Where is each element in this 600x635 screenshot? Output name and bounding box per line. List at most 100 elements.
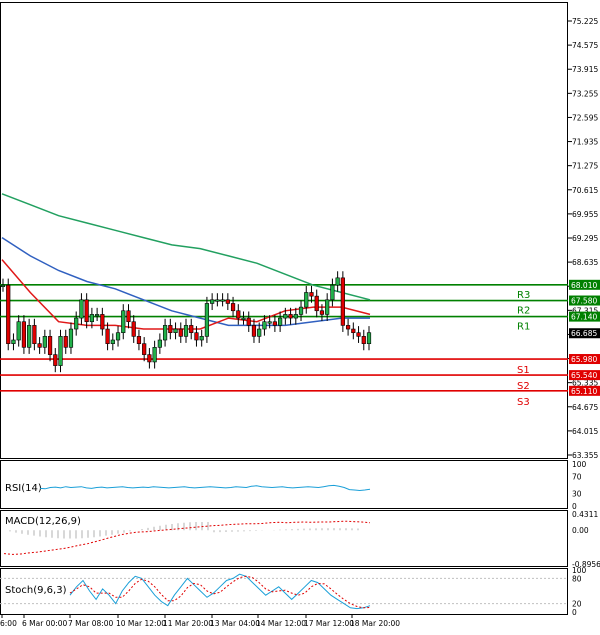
level-price-label-r2: 67.580 <box>571 297 597 306</box>
candle-body <box>6 284 11 344</box>
candle-body <box>37 343 42 348</box>
candle-body <box>100 314 105 330</box>
macd-tick-label: 0.4311 <box>572 510 598 519</box>
candle-body <box>293 314 298 319</box>
price-tick-label: 71.935 <box>572 138 598 147</box>
candle-body <box>272 321 277 326</box>
candle-body <box>95 314 100 317</box>
stoch-tick-label: 80 <box>572 574 582 583</box>
candle-body <box>335 277 340 286</box>
time-tick-label: 10 Mar 12:00 <box>116 619 166 628</box>
price-tick-label: 70.615 <box>572 186 598 195</box>
candle-body <box>241 317 246 320</box>
current-price-label: 66.685 <box>571 329 597 338</box>
candle-body <box>16 321 21 341</box>
price-tick-label: 73.915 <box>572 65 598 74</box>
price-tick-label: 74.575 <box>572 41 598 50</box>
candle-body <box>230 303 236 312</box>
candle-body <box>194 332 199 341</box>
candle-body <box>199 336 204 341</box>
candle-body <box>131 321 136 337</box>
candle-body <box>251 325 257 337</box>
candle-body <box>126 310 131 323</box>
level-name-r2: R2 <box>517 306 530 317</box>
candle-body <box>162 325 168 341</box>
candle-body <box>236 310 241 319</box>
candle-body <box>278 317 283 326</box>
candle-body <box>115 332 121 341</box>
candle-body <box>267 321 272 324</box>
candle-body <box>47 336 53 355</box>
candle-body <box>225 299 230 304</box>
price-tick-label: 69.955 <box>572 210 598 219</box>
time-tick-label: 6 Mar 00:00 <box>22 619 68 628</box>
price-tick-label: 68.635 <box>572 258 598 267</box>
candle-body <box>121 310 126 333</box>
candle-body <box>366 332 372 344</box>
level-price-label-s1: 65.980 <box>571 355 597 364</box>
rsi-tick-label: 100 <box>572 460 587 469</box>
time-tick-label: 18 Mar 20:00 <box>350 619 400 628</box>
candle-body <box>173 328 178 333</box>
price-tick-label: 64.675 <box>572 403 598 412</box>
level-price-label-s2: 65.540 <box>571 371 597 380</box>
candle-body <box>0 284 6 287</box>
candle-body <box>84 299 89 323</box>
time-tick-label: 11 Mar 20:00 <box>163 619 213 628</box>
candle-body <box>262 321 267 330</box>
rsi-tick-label: 70 <box>572 473 582 482</box>
candle-body <box>21 321 27 348</box>
price-tick-label: 69.295 <box>572 234 598 243</box>
chart-window: R3 R2 R1 S1 S2 S3 75.225 74.575 73.915 73.255 72.… <box>0 0 600 631</box>
candle-body <box>168 325 173 333</box>
price-tick-label: 75.225 <box>572 17 598 26</box>
candle-body <box>204 303 210 337</box>
candle-body <box>74 317 79 330</box>
candle-body <box>63 336 68 348</box>
candle-body <box>215 299 220 302</box>
candle-body <box>340 277 345 326</box>
candle-body <box>304 292 309 308</box>
price-tick-label: 71.275 <box>572 162 598 171</box>
candle-body <box>79 299 84 319</box>
candle-body <box>325 299 330 315</box>
candle-body <box>152 347 157 363</box>
candle-body <box>110 339 115 344</box>
price-tick-label: 73.255 <box>572 89 598 98</box>
candle-body <box>314 295 319 312</box>
time-tick-label: 17 Mar 12:00 <box>304 619 354 628</box>
rsi-label: RSI(14) <box>5 483 42 494</box>
price-tick-label: 64.015 <box>572 427 598 436</box>
candle-body <box>183 325 189 337</box>
time-tick-label: 7 Mar 08:00 <box>68 619 114 628</box>
stoch-tick-label: 0 <box>572 608 577 617</box>
time-tick-label: 6:00 <box>0 619 17 628</box>
candle-body <box>319 310 325 315</box>
time-tick-label: 13 Mar 04:00 <box>210 619 260 628</box>
candle-body <box>283 314 288 319</box>
candle-body <box>68 328 74 348</box>
candle-body <box>257 328 262 337</box>
macd-tick-label: 0.00 <box>572 526 589 535</box>
candle-body <box>58 336 63 366</box>
candle-body <box>309 292 314 297</box>
candle-body <box>361 336 366 344</box>
macd-label: MACD(12,26,9) <box>5 516 81 527</box>
candle-body <box>11 339 16 344</box>
level-price-label-r1: 67.140 <box>571 313 597 322</box>
candle-body <box>42 336 47 348</box>
candle-body <box>142 343 147 355</box>
candle-body <box>288 314 293 319</box>
chart-svg: R3R2R1S1S2S3 75.22574.57573.91573.25572.… <box>0 0 600 631</box>
candle-body <box>356 332 361 337</box>
candle-body <box>105 328 110 344</box>
candle-body <box>330 284 335 301</box>
candle-body <box>89 314 94 323</box>
price-tick-label: 72.595 <box>572 113 598 122</box>
level-name-r3: R3 <box>517 290 530 301</box>
rsi-tick-label: 30 <box>572 489 582 498</box>
candle-body <box>53 354 58 366</box>
candle-body <box>298 306 304 315</box>
candle-body <box>32 325 37 344</box>
level-price-label-s3: 65.110 <box>571 387 597 396</box>
